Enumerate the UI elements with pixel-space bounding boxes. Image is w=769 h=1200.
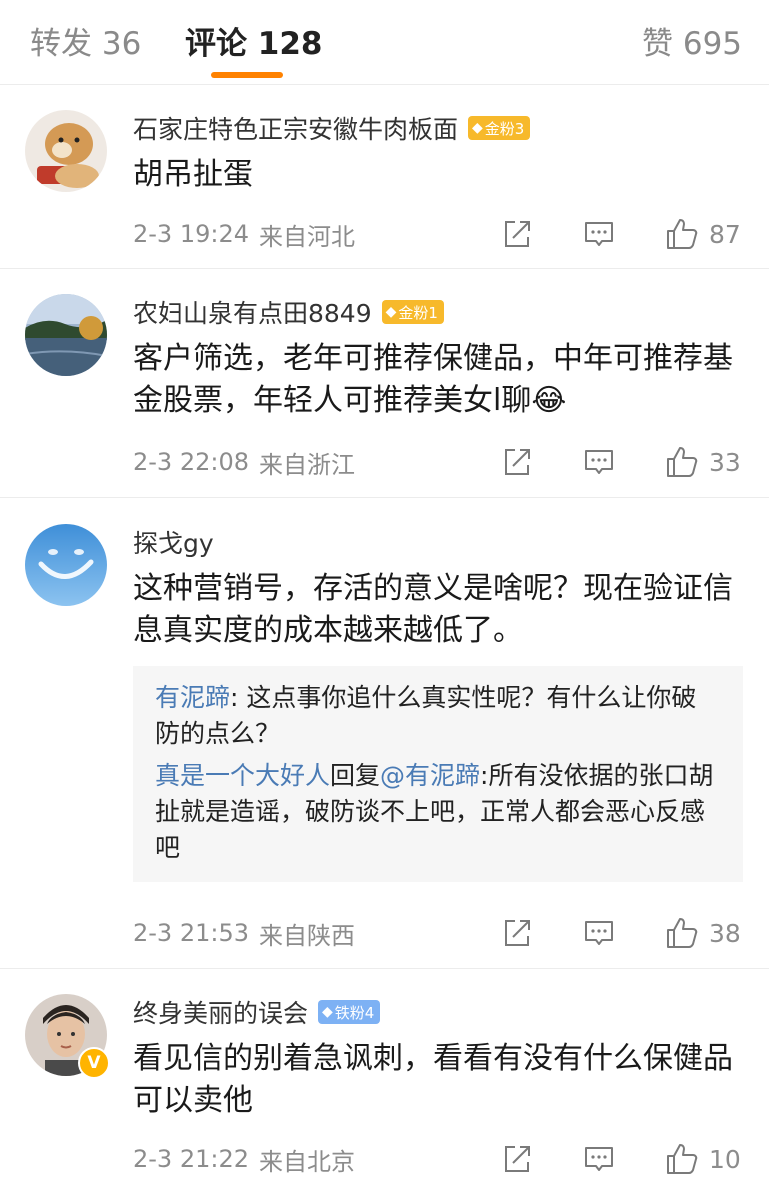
comment-location: 来自北京 (259, 1147, 355, 1176)
comment-time: 2-3 21:22 (133, 1145, 249, 1173)
tab-reposts[interactable]: 转发 36 (30, 18, 141, 63)
share-icon (505, 449, 530, 475)
share-icon (505, 1146, 530, 1172)
tab-comments[interactable]: 评论 128 (185, 18, 323, 63)
fan-badge: ◆ 铁粉4 (318, 1000, 381, 1024)
comment-text-content: 客户筛选，老年可推荐保健品，中年可推荐基金股票，年轻人可推荐美女l聊 (133, 341, 733, 418)
reply-item: 有泥蹄: 这点事你追什么真实性呢？有什么让你破防的点么？ (155, 680, 721, 752)
like-button[interactable]: 38 (665, 916, 743, 950)
comment-body: 石家庄特色正宗安徽牛肉板面 ◆ 金粉3 胡吊扯蛋 (133, 110, 743, 196)
reply-author[interactable]: 真是一个大好人 (155, 761, 330, 790)
tab-bar: 转发 36 评论 128 赞 695 (0, 0, 769, 85)
comment-text: 看见信的别着急讽刺，看看有没有什么保健品可以卖他 (133, 1041, 733, 1118)
like-count: 87 (709, 219, 741, 249)
gem-icon: ◆ (322, 1004, 333, 1020)
tab-likes[interactable]: 赞 695 (642, 18, 742, 63)
comment-meta: 2-3 21:53 来自陕西 38 (133, 913, 743, 953)
fan-badge: ◆ 金粉1 (381, 300, 444, 324)
reply-mention[interactable]: @有泥蹄 (380, 761, 480, 790)
gem-icon: ◆ (385, 304, 397, 320)
reply-thread[interactable]: 有泥蹄: 这点事你追什么真实性呢？有什么让你破防的点么？ 真是一个大好人回复@有… (133, 666, 743, 882)
fan-badge-label: 金粉3 (484, 119, 525, 138)
comment-item: 探戈gy 这种营销号，存活的意义是啥呢？现在验证信息真实度的成本越来越低了。 有… (0, 498, 769, 969)
thumb-up-icon (667, 447, 698, 477)
thumb-up-icon (667, 918, 698, 948)
fan-badge-label: 铁粉4 (334, 1003, 375, 1022)
avatar[interactable] (25, 524, 107, 606)
fan-badge: ◆ 金粉3 (468, 116, 531, 140)
thumb-up-icon (667, 219, 698, 249)
gem-icon: ◆ (472, 120, 483, 136)
verified-badge: V (78, 1047, 110, 1079)
comment-location: 来自陕西 (259, 921, 355, 950)
share-icon (505, 221, 530, 247)
comment-item: 石家庄特色正宗安徽牛肉板面 ◆ 金粉3 胡吊扯蛋 2-3 19:24 来自河北 8… (0, 85, 769, 269)
comment-time: 2-3 22:08 (133, 448, 249, 476)
reply-button[interactable] (583, 1143, 615, 1175)
comment-icon (585, 921, 613, 945)
reply-button[interactable] (583, 218, 615, 250)
comment-time: 2-3 19:24 (133, 220, 249, 248)
avatar[interactable] (25, 294, 107, 376)
comment-username[interactable]: 探戈gy (133, 524, 214, 560)
share-icon (505, 920, 530, 946)
thumb-up-icon (667, 1144, 698, 1174)
reply-button[interactable] (583, 917, 615, 949)
active-tab-indicator (211, 72, 283, 78)
comment-body: 农妇山泉有点田8849 ◆ 金粉1 客户筛选，老年可推荐保健品，中年可推荐基金股票… (133, 294, 743, 422)
comment-item: V 终身美丽的误会 ◆ 铁粉4 看见信的别着急讽刺，看看有没有什么保健品可以卖他 … (0, 969, 769, 1199)
comment-text: 客户筛选，老年可推荐保健品，中年可推荐基金股票，年轻人可推荐美女l聊😂 (133, 338, 743, 422)
comment-list: 石家庄特色正宗安徽牛肉板面 ◆ 金粉3 胡吊扯蛋 2-3 19:24 来自河北 8… (0, 85, 769, 1199)
avatar[interactable] (25, 110, 107, 192)
reply-text: : 这点事你追什么真实性呢？有什么让你破防的点么？ (155, 683, 697, 748)
comment-time: 2-3 21:53 (133, 919, 249, 947)
comment-meta: 2-3 21:22 来自北京 10 (133, 1139, 743, 1179)
comment-meta: 2-3 19:24 来自河北 87 (133, 214, 743, 254)
reply-button[interactable] (583, 446, 615, 478)
comment-icon (585, 450, 613, 474)
repost-button[interactable] (501, 446, 533, 478)
like-count: 33 (709, 447, 741, 477)
comment-location: 来自浙江 (259, 450, 355, 479)
comment-body: 终身美丽的误会 ◆ 铁粉4 看见信的别着急讽刺，看看有没有什么保健品可以卖他 (133, 994, 743, 1122)
reply-author[interactable]: 有泥蹄 (155, 683, 230, 712)
comment-text: 胡吊扯蛋 (133, 157, 253, 192)
reply-keyword: 回复 (330, 761, 381, 790)
repost-button[interactable] (501, 218, 533, 250)
repost-button[interactable] (501, 917, 533, 949)
comment-username[interactable]: 终身美丽的误会 (133, 994, 308, 1030)
comment-item: 农妇山泉有点田8849 ◆ 金粉1 客户筛选，老年可推荐保健品，中年可推荐基金股票… (0, 269, 769, 498)
like-button[interactable]: 87 (665, 217, 743, 251)
comment-location: 来自河北 (259, 222, 355, 251)
like-button[interactable]: 33 (665, 445, 743, 479)
comment-icon (585, 1147, 613, 1171)
comment-username[interactable]: 石家庄特色正宗安徽牛肉板面 (133, 110, 458, 146)
comment-icon (585, 222, 613, 246)
like-count: 10 (709, 1144, 741, 1174)
comment-meta: 2-3 22:08 来自浙江 33 (133, 442, 743, 482)
comment-text: 这种营销号，存活的意义是啥呢？现在验证信息真实度的成本越来越低了。 (133, 571, 733, 648)
reply-item: 真是一个大好人回复@有泥蹄:所有没依据的张口胡扯就是造谣，破防谈不上吧，正常人都… (155, 758, 721, 866)
comment-body: 探戈gy 这种营销号，存活的意义是啥呢？现在验证信息真实度的成本越来越低了。 有… (133, 524, 743, 882)
like-count: 38 (709, 918, 741, 948)
like-button[interactable]: 10 (665, 1142, 743, 1176)
laughing-emoji: 😂 (531, 383, 567, 418)
repost-button[interactable] (501, 1143, 533, 1175)
fan-badge-label: 金粉1 (398, 303, 438, 322)
comment-username[interactable]: 农妇山泉有点田8849 (133, 294, 372, 330)
